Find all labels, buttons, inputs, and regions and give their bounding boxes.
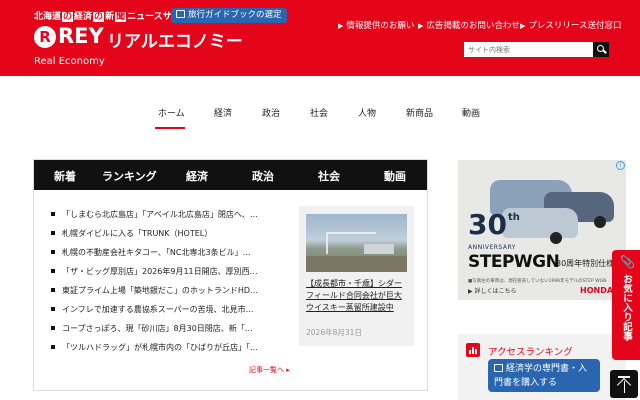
bullet-icon (51, 345, 55, 349)
tab-society[interactable]: 社会 (318, 168, 340, 184)
nav-video[interactable]: 動画 (462, 106, 480, 119)
access-ranking-title: アクセスランキング (488, 347, 573, 358)
news-item[interactable]: 札幌の不動産会社キタコー、「NC北専北3条ビル」… (48, 248, 288, 267)
news-item[interactable]: 「ツルハドラッグ」が札幌市内の「ひばりが丘店」「… (48, 343, 288, 362)
bullet-icon (51, 212, 55, 216)
bullet-icon (51, 288, 55, 292)
arrow-icon: ▶ (520, 22, 526, 30)
ad-detail-link[interactable]: ▶ 詳しくはこちら (468, 286, 517, 295)
stepwgn-ad-banner[interactable]: 30 th ANNIVERSARY STEPWGN 30周年特別仕様 ■写真左の… (458, 160, 626, 300)
ad-info-icon[interactable]: i (616, 161, 625, 170)
news-list: 「しまむら北広島店」「アベイル北広島店」閉店へ、… 札幌ダイビルに入る「TRUN… (48, 210, 288, 362)
news-item[interactable]: コープさっぽろ、現「砂川店」8月30日閉店、新「… (48, 324, 288, 343)
paperclip-icon: 📎 (620, 255, 635, 269)
favorite-articles-tab[interactable]: 📎 お気に入り記事 (612, 250, 640, 360)
feature-image (306, 214, 407, 272)
search-button[interactable] (593, 42, 609, 57)
ad-number-suffix: th (508, 212, 520, 223)
nav-people[interactable]: 人物 (358, 106, 376, 119)
nav-new-products[interactable]: 新商品 (406, 106, 433, 119)
news-item[interactable]: インフレで加速する農協系スーパーの苦境、北見市… (48, 305, 288, 324)
site-header: 北海道の経済の新聞ニュースサイト 旅行ガイドブックの選定 R REY リアルエコ… (0, 0, 640, 76)
tab-ranking[interactable]: ランキング (102, 168, 157, 184)
nav-economy[interactable]: 経済 (214, 106, 232, 119)
info-request-link[interactable]: ▶ 情報提供のお願い (338, 19, 414, 31)
nav-home[interactable]: ホーム (158, 106, 185, 119)
book-icon (176, 10, 185, 18)
news-item[interactable]: 「ザ・ビッグ厚別店」2026年9月11日開店、厚別西… (48, 267, 288, 286)
feature-card[interactable]: 【成長都市・千歳】シダーフィールド合同会社が巨大ウイスキー蒸留所建設中 2026… (299, 206, 414, 346)
bullet-icon (51, 269, 55, 273)
back-to-top-button[interactable] (610, 370, 638, 398)
guidebook-button[interactable]: 旅行ガイドブックの選定 (171, 8, 287, 23)
nav-politics[interactable]: 政治 (262, 106, 280, 119)
favorite-articles-label: お気に入り記事 (621, 274, 632, 341)
tab-economy[interactable]: 経済 (186, 168, 208, 184)
ad-inquiry-link[interactable]: ▶ 広告掲載のお問い合わせ (418, 19, 520, 31)
arrow-icon: ▶ (338, 22, 344, 30)
news-item[interactable]: 札幌ダイビルに入る「TRUNK（HOTEL） (48, 229, 288, 248)
news-item[interactable]: 東証プライム上場「築地銀だこ」のホットランドHD… (48, 286, 288, 305)
logo-mark: REY (58, 24, 104, 48)
tab-politics[interactable]: 政治 (252, 168, 274, 184)
bullet-icon (51, 307, 55, 311)
ad-brand: STEPWGN (468, 252, 560, 272)
ad-number: 30 (468, 208, 507, 241)
bar-chart-icon (466, 343, 480, 357)
article-list-link[interactable]: 記事一覧へ ▸ (249, 365, 290, 375)
bullet-icon (51, 250, 55, 254)
bullet-icon (51, 326, 55, 330)
logo-subtitle: Real Economy (34, 56, 105, 67)
news-tabs: 新着 ランキング 経済 政治 社会 動画 (34, 160, 427, 190)
ad-anniversary: ANNIVERSARY (468, 244, 516, 251)
global-nav: ホーム 経済 政治 社会 人物 新商品 動画 (0, 100, 640, 130)
feature-caption[interactable]: 【成長都市・千歳】シダーフィールド合同会社が巨大ウイスキー蒸留所建設中 (306, 278, 407, 314)
tab-video[interactable]: 動画 (384, 168, 406, 184)
ad-fine-print: ■写真左の車両は、現在販売していない1996年モデルのSTEP WGN (468, 279, 607, 284)
ad-maker-logo: HONDA (580, 286, 614, 295)
news-panel: 新着 ランキング 経済 政治 社会 動画 「しまむら北広島店」「アベイル北広島店… (33, 159, 428, 391)
bullet-icon (51, 231, 55, 235)
buy-economics-books-button[interactable]: 経済学の専門書・入門書を購入する (488, 359, 600, 392)
tab-latest[interactable]: 新着 (54, 168, 76, 184)
nav-active-indicator (155, 127, 185, 129)
site-tagline: 北海道の経済の新聞ニュースサイト (34, 12, 190, 22)
logo-text: リアルエコノミー (107, 32, 243, 52)
news-item[interactable]: 「しまむら北広島店」「アベイル北広島店」閉店へ、… (48, 210, 288, 229)
ad-model-label: 30周年特別仕様 (556, 259, 615, 268)
press-release-link[interactable]: ▶ プレスリリース送付窓口 (520, 19, 621, 31)
search-input[interactable] (464, 42, 594, 57)
feature-date: 2026年8月31日 (306, 328, 362, 337)
book-icon (494, 364, 503, 372)
nav-society[interactable]: 社会 (310, 106, 328, 119)
arrow-icon: ▶ (418, 22, 424, 30)
logo-r-mark: R (34, 26, 56, 48)
